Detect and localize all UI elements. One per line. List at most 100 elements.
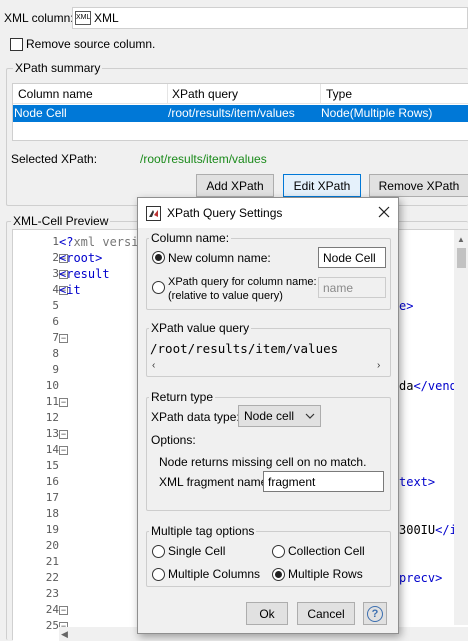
single-cell-label: Single Cell <box>168 544 226 558</box>
fold-toggle-icon[interactable]: − <box>59 446 68 455</box>
new-column-name-input[interactable]: Node Cell <box>318 247 386 268</box>
code-line: <it <box>59 283 81 297</box>
remove-source-label: Remove source column. <box>26 37 156 51</box>
line-number: 16 <box>45 475 59 488</box>
xpath-value-query-field[interactable]: /root/results/item/values ‹ › <box>150 339 387 375</box>
xpath-query-settings-dialog: XPath Query Settings Column name: New co… <box>137 197 399 634</box>
xml-column-label: XML column: <box>4 11 74 25</box>
line-number: 18 <box>45 507 59 520</box>
single-cell-radio[interactable] <box>152 545 165 558</box>
xml-preview-title: XML-Cell Preview <box>11 214 111 228</box>
remove-xpath-button[interactable]: Remove XPath <box>369 174 468 197</box>
options-label: Options: <box>151 433 196 447</box>
chevron-down-icon <box>305 410 315 420</box>
cancel-button[interactable]: Cancel <box>297 602 355 625</box>
fragment-name-label: XML fragment name: <box>159 475 271 489</box>
line-number: 23 <box>45 587 59 600</box>
line-number: 25 <box>45 619 59 632</box>
code-line: <root> <box>59 251 103 265</box>
xpath-summary-title: XPath summary <box>13 61 103 75</box>
add-xpath-button[interactable]: Add XPath <box>196 174 274 197</box>
dialog-app-icon <box>146 206 161 221</box>
fold-toggle-icon[interactable]: − <box>59 398 68 407</box>
line-number: 17 <box>45 491 59 504</box>
line-number: 19 <box>45 523 59 536</box>
fold-toggle-icon[interactable]: − <box>59 334 68 343</box>
scroll-left-icon[interactable]: ◀ <box>61 629 68 640</box>
code-line: <?xml versi <box>59 235 139 249</box>
help-button[interactable]: ? <box>363 602 387 625</box>
xpath-column-name-label: XPath query for column name: <box>168 276 317 288</box>
new-column-name-radio[interactable] <box>152 251 165 264</box>
return-type-title: Return type <box>149 390 216 404</box>
missing-cell-text: Node returns missing cell on no match. <box>159 455 367 469</box>
table-row[interactable]: Node Cell /root/results/item/values Node… <box>13 105 468 122</box>
line-number: 8 <box>52 347 59 360</box>
header-xpath-query[interactable]: XPath query <box>172 87 238 101</box>
remove-source-checkbox[interactable] <box>10 38 23 51</box>
xpath-value-query-title: XPath value query <box>149 321 252 335</box>
dialog-title-bar[interactable]: XPath Query Settings <box>138 198 398 228</box>
multiple-rows-radio[interactable] <box>272 568 285 581</box>
line-number: 22 <box>45 571 59 584</box>
selected-xpath-label: Selected XPath: <box>11 152 98 166</box>
row-type: Node(Multiple Rows) <box>321 106 433 120</box>
scroll-up-icon[interactable]: ▲ <box>457 236 465 244</box>
header-column-name[interactable]: Column name <box>18 87 93 101</box>
help-icon: ? <box>367 605 383 622</box>
code-line: <result <box>59 267 110 281</box>
fold-toggle-icon[interactable]: − <box>59 430 68 439</box>
table-header-row: Column name XPath query Type <box>13 84 468 104</box>
header-type[interactable]: Type <box>326 87 352 101</box>
xpath-column-name-input[interactable]: name <box>318 277 386 298</box>
code-line-fragment: precv> <box>399 571 443 585</box>
xml-column-value: XML <box>94 11 119 25</box>
line-number: 12 <box>45 411 59 424</box>
line-number: 24 <box>45 603 59 616</box>
fragment-name-input[interactable]: fragment <box>263 471 384 492</box>
multiple-columns-radio[interactable] <box>152 568 165 581</box>
line-number: 2 <box>52 251 59 264</box>
xpath-column-name-sublabel: (relative to value query) <box>168 290 283 302</box>
xpath-data-type-value: Node cell <box>244 409 295 423</box>
column-name-group-title: Column name: <box>149 231 232 245</box>
collection-cell-radio[interactable] <box>272 545 285 558</box>
xpath-summary-table[interactable]: Column name XPath query Type Node Cell /… <box>12 83 468 141</box>
line-number: 9 <box>52 363 59 376</box>
collection-cell-label: Collection Cell <box>288 544 365 558</box>
ok-button[interactable]: Ok <box>246 602 288 625</box>
row-xpath-query: /root/results/item/values <box>168 106 295 120</box>
scroll-left-icon[interactable]: ‹ <box>152 360 155 371</box>
dialog-title: XPath Query Settings <box>167 206 283 220</box>
line-number: 15 <box>45 459 59 472</box>
line-number: 14 <box>45 443 59 456</box>
scroll-thumb[interactable] <box>457 248 466 268</box>
line-number: 1 <box>52 235 59 248</box>
edit-xpath-button[interactable]: Edit XPath <box>283 174 361 197</box>
close-icon[interactable] <box>376 204 392 220</box>
line-number: 6 <box>52 315 59 328</box>
xpath-value-query-text: /root/results/item/values <box>150 341 339 356</box>
code-line-fragment: text> <box>399 475 436 489</box>
line-number: 21 <box>45 555 59 568</box>
new-column-name-label: New column name: <box>168 251 271 265</box>
selected-xpath-value: /root/results/item/values <box>140 152 267 166</box>
line-number: 3 <box>52 267 59 280</box>
line-number: 10 <box>45 379 59 392</box>
multiple-tag-options-title: Multiple tag options <box>149 524 257 538</box>
xml-column-select[interactable]: XML XML <box>72 7 468 29</box>
multiple-columns-label: Multiple Columns <box>168 567 261 581</box>
xpath-data-type-select[interactable]: Node cell <box>238 405 321 427</box>
line-number: 7 <box>52 331 59 344</box>
vertical-scrollbar[interactable]: ▲ <box>454 230 468 625</box>
row-column-name: Node Cell <box>14 106 67 120</box>
xpath-column-name-radio[interactable] <box>152 281 165 294</box>
line-number: 11 <box>45 395 59 408</box>
scroll-right-icon[interactable]: › <box>377 360 380 371</box>
multiple-rows-label: Multiple Rows <box>288 567 363 581</box>
fold-toggle-icon[interactable]: − <box>59 606 68 615</box>
line-number: 13 <box>45 427 59 440</box>
line-number: 5 <box>52 299 59 312</box>
xpath-data-type-label: XPath data type: <box>151 410 240 424</box>
line-number: 4 <box>52 283 59 296</box>
